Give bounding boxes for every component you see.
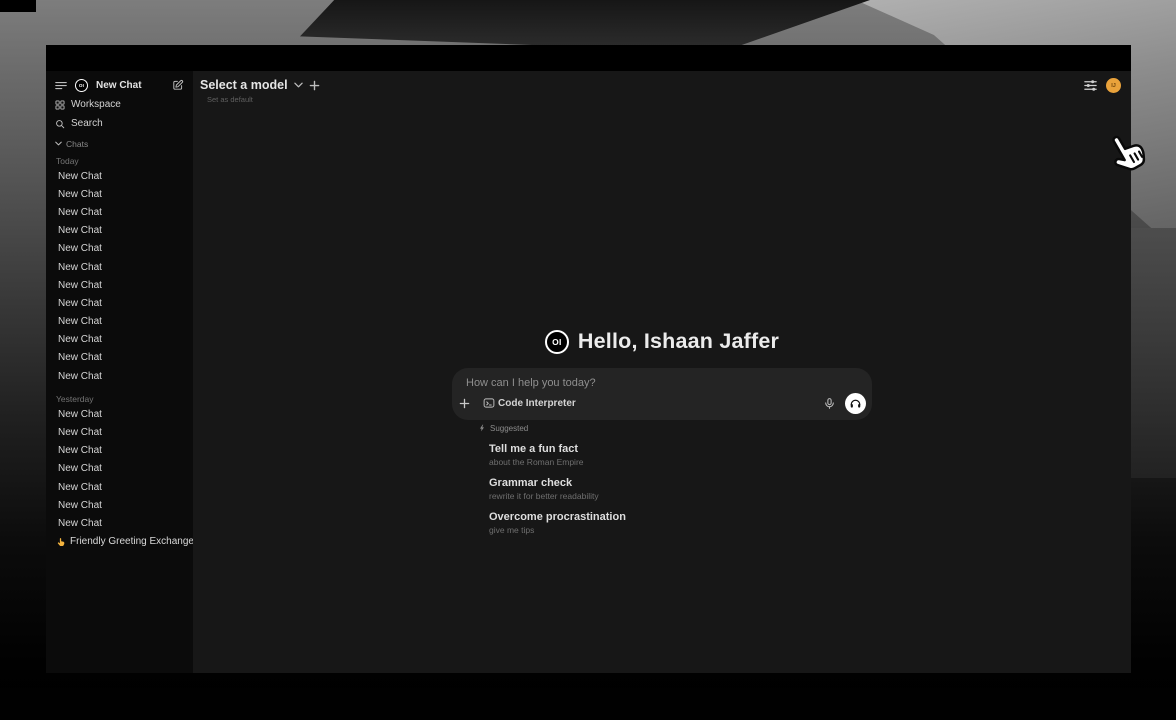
set-as-default-link[interactable]: Set as default [207, 95, 253, 104]
code-interpreter-icon [483, 397, 495, 409]
chat-list-item[interactable]: New Chat [46, 349, 193, 367]
voice-call-button[interactable] [845, 393, 866, 414]
chat-list-today: New Chat New Chat New Chat New Chat New … [46, 167, 193, 385]
sidebar: OI New Chat [46, 71, 193, 673]
chat-list-item[interactable]: New Chat [46, 423, 193, 441]
suggested-label: Suggested [490, 424, 528, 433]
attach-plus-icon[interactable] [459, 398, 470, 409]
message-composer: Code Interpreter [452, 368, 872, 420]
add-model-icon[interactable] [309, 80, 320, 91]
wallpaper-facet [0, 0, 36, 12]
settings-sliders-icon[interactable] [1083, 78, 1098, 93]
chat-list-item[interactable]: New Chat [46, 222, 193, 240]
chat-list-item[interactable]: New Chat [46, 203, 193, 221]
model-selector-label: Select a model [200, 78, 288, 92]
chat-group-label-yesterday: Yesterday [46, 392, 193, 405]
chat-list-item[interactable]: New Chat [46, 167, 193, 185]
composer-toolbar: Code Interpreter [459, 392, 866, 414]
workspace-label: Workspace [71, 99, 121, 110]
chat-list-item[interactable]: New Chat [46, 331, 193, 349]
suggested-prompt-title: Grammar check [489, 477, 872, 490]
suggested-prompt-title: Overcome procrastination [489, 511, 872, 524]
app-window: OI New Chat [46, 45, 1131, 673]
chat-list-item[interactable]: New Chat [46, 240, 193, 258]
chats-section-toggle[interactable]: Chats [46, 137, 193, 150]
headphones-icon [849, 397, 862, 410]
code-interpreter-label: Code Interpreter [498, 398, 576, 409]
chats-section-label: Chats [66, 139, 88, 149]
suggested-prompt-subtitle: about the Roman Empire [489, 457, 872, 467]
screen: OI New Chat [0, 0, 1176, 720]
chat-list-item[interactable]: New Chat [46, 442, 193, 460]
chat-list-item[interactable]: New Chat [46, 460, 193, 478]
suggested-header: Suggested [452, 423, 872, 433]
named-chat-title: Friendly Greeting Exchange [70, 536, 193, 547]
chat-list-yesterday: New Chat New Chat New Chat New Chat New … [46, 405, 193, 532]
message-input[interactable] [452, 368, 872, 392]
topbar-right: IJ [1083, 78, 1121, 93]
wallpaper-facet [1131, 228, 1176, 478]
chat-list-item[interactable]: New Chat [46, 405, 193, 423]
suggested-prompt-subtitle: give me tips [489, 525, 872, 535]
window-titlebar [46, 45, 1131, 71]
chat-list-item[interactable]: New Chat [46, 313, 193, 331]
suggested-prompt-subtitle: rewrite it for better readability [489, 491, 872, 501]
chat-list-item[interactable]: New Chat [46, 496, 193, 514]
search-label: Search [71, 118, 103, 129]
wave-hand-icon [56, 537, 66, 547]
chat-list-item-named[interactable]: Friendly Greeting Exchange [46, 533, 193, 551]
chat-list-item[interactable]: New Chat [46, 514, 193, 532]
suggested-list: Tell me a fun fact about the Roman Empir… [452, 443, 872, 535]
suggested-prompt[interactable]: Tell me a fun fact about the Roman Empir… [452, 443, 872, 467]
app-body: OI New Chat [46, 71, 1131, 673]
bolt-icon [478, 424, 486, 432]
sidebar-toggle-icon[interactable] [55, 81, 67, 90]
microphone-icon[interactable] [823, 397, 836, 410]
suggested-prompt[interactable]: Overcome procrastination give me tips [452, 511, 872, 535]
sidebar-title: New Chat [96, 80, 142, 91]
code-interpreter-toggle[interactable]: Code Interpreter [483, 397, 576, 409]
model-selector[interactable]: Select a model [200, 78, 320, 92]
chat-list-item[interactable]: New Chat [46, 276, 193, 294]
chat-list-item[interactable]: New Chat [46, 367, 193, 385]
chevron-down-icon [294, 82, 303, 88]
search-icon [55, 119, 65, 129]
app-logo: OI [75, 79, 88, 92]
new-chat-icon[interactable] [172, 79, 184, 91]
chat-list-item[interactable]: New Chat [46, 185, 193, 203]
main-area: Select a model Set as default [193, 71, 1131, 673]
greeting: OI Hello, Ishaan Jaffer [193, 329, 1131, 354]
sidebar-header: OI New Chat [46, 75, 193, 95]
suggested-prompt[interactable]: Grammar check rewrite it for better read… [452, 477, 872, 501]
grid-icon [55, 100, 65, 110]
user-avatar[interactable]: IJ [1106, 78, 1121, 93]
app-logo: OI [545, 330, 569, 354]
chat-list-item[interactable]: New Chat [46, 258, 193, 276]
chevron-down-icon [55, 141, 62, 146]
sidebar-item-workspace[interactable]: Workspace [46, 95, 193, 114]
sidebar-item-search[interactable]: Search [46, 114, 193, 133]
chat-list-item[interactable]: New Chat [46, 294, 193, 312]
greeting-text: Hello, Ishaan Jaffer [578, 329, 779, 354]
suggested-section: Suggested Tell me a fun fact about the R… [452, 423, 872, 535]
chat-group-label-today: Today [46, 154, 193, 167]
chat-list-item[interactable]: New Chat [46, 478, 193, 496]
wallpaper-facet [0, 688, 1176, 720]
suggested-prompt-title: Tell me a fun fact [489, 443, 872, 456]
